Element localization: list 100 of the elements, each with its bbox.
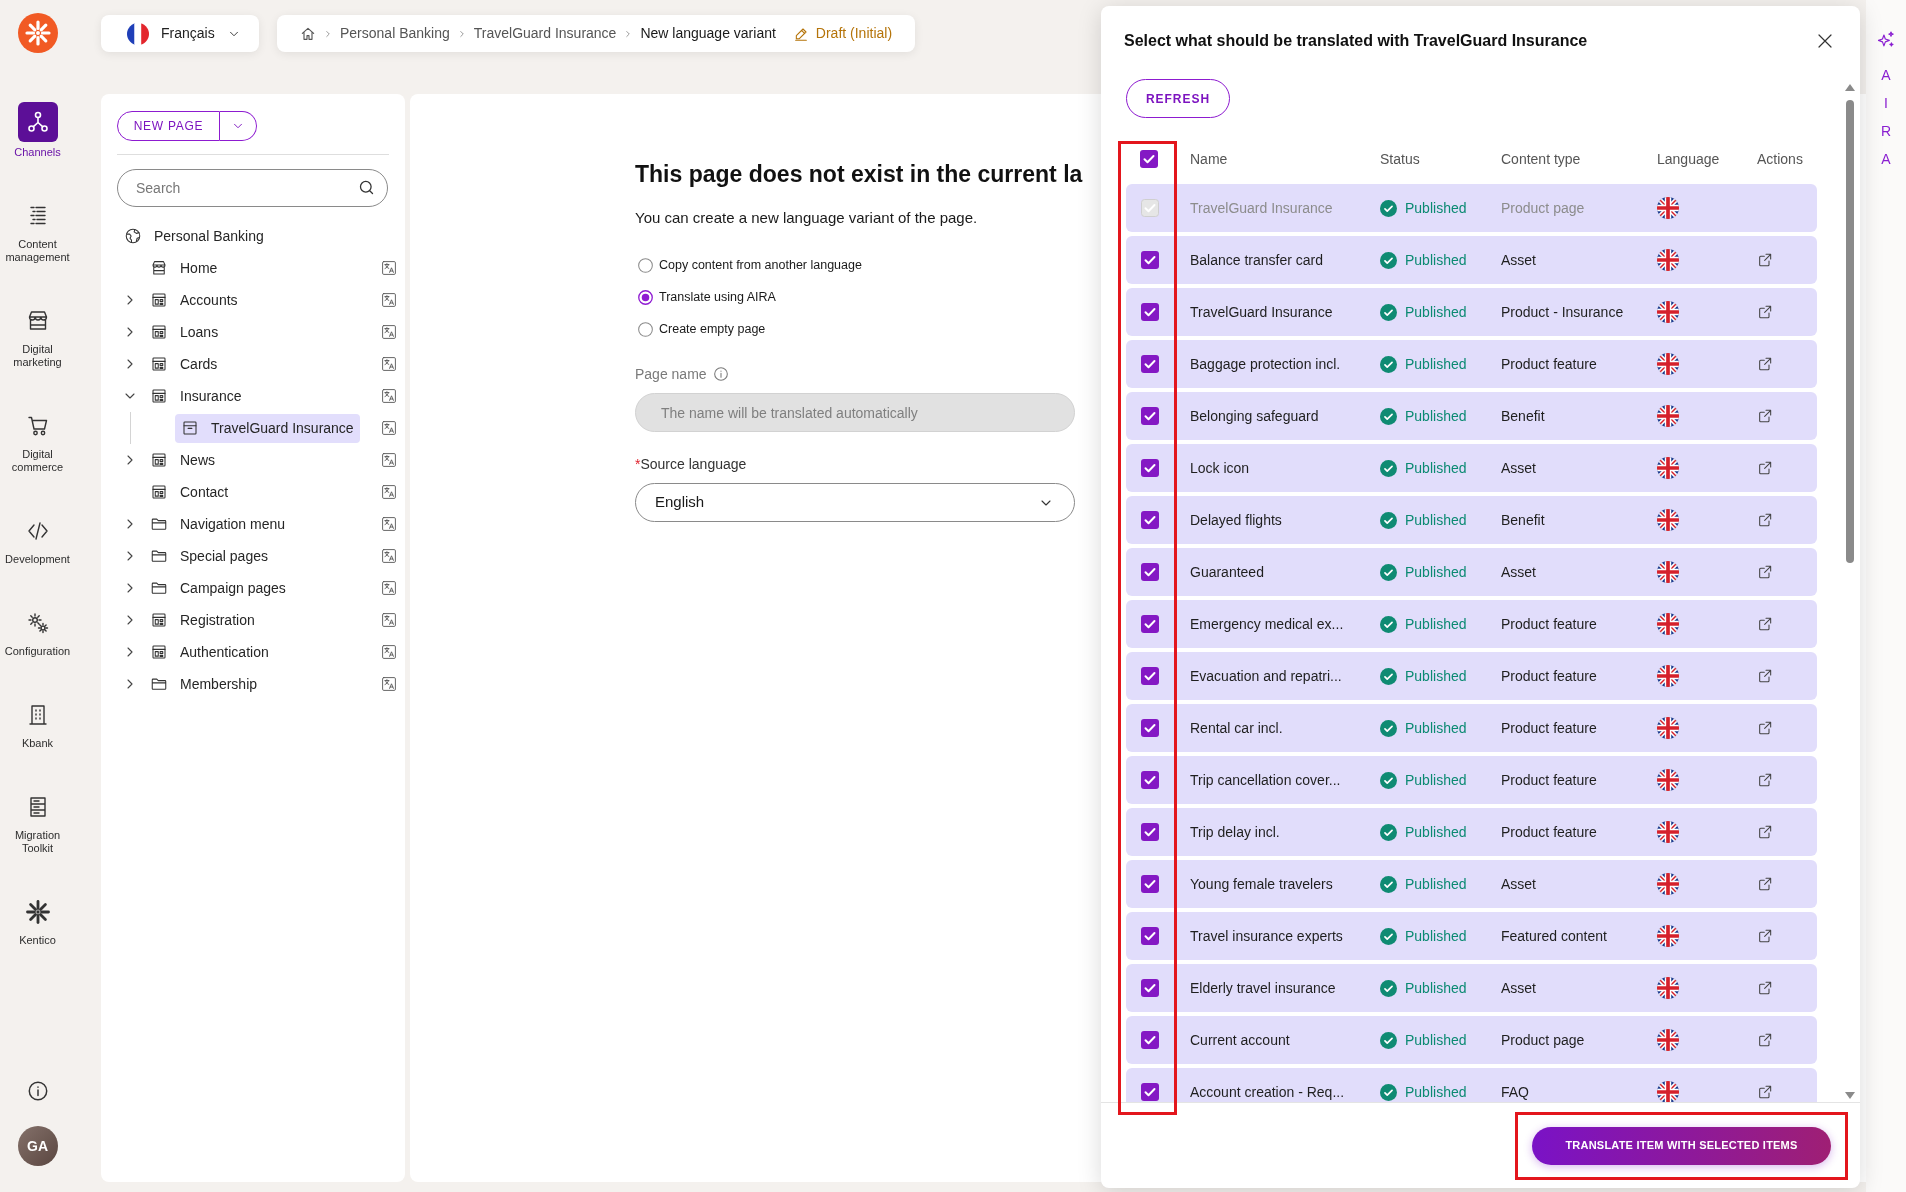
checkbox[interactable] xyxy=(1141,771,1159,789)
nav-item[interactable]: Kentico xyxy=(0,900,75,947)
translate-button[interactable]: TRANSLATE ITEM WITH SELECTED ITEMS xyxy=(1532,1126,1831,1165)
tree-item[interactable]: Insurance xyxy=(144,381,248,411)
external-link-icon[interactable] xyxy=(1757,616,1773,632)
translate-icon[interactable] xyxy=(382,357,396,371)
nav-item[interactable]: Development xyxy=(0,519,75,566)
search-field[interactable]: Search xyxy=(117,169,388,207)
user-avatar[interactable]: GA xyxy=(17,1126,58,1166)
external-link-icon[interactable] xyxy=(1757,408,1773,424)
tree-item[interactable]: Registration xyxy=(144,605,261,635)
tree-item[interactable]: Membership xyxy=(144,669,264,699)
status-text: Published xyxy=(1405,770,1467,790)
breadcrumb-link[interactable]: TravelGuard Insurance xyxy=(473,23,617,44)
checkbox[interactable] xyxy=(1141,1031,1159,1049)
nav-item[interactable]: Channels xyxy=(0,102,75,159)
translate-icon[interactable] xyxy=(382,645,396,659)
checkbox[interactable] xyxy=(1141,927,1159,945)
tree-item[interactable]: Navigation menu xyxy=(144,509,292,539)
check-circle-icon xyxy=(1380,1083,1397,1101)
tree-item[interactable]: Personal Banking xyxy=(118,221,270,251)
checkbox[interactable] xyxy=(1141,407,1159,425)
radio-button[interactable] xyxy=(638,289,653,305)
checkbox[interactable] xyxy=(1141,667,1159,685)
checkbox[interactable] xyxy=(1141,615,1159,633)
radio-button[interactable] xyxy=(638,257,653,273)
search-icon[interactable] xyxy=(358,179,375,196)
external-link-icon[interactable] xyxy=(1757,356,1773,372)
checkbox[interactable] xyxy=(1141,251,1159,269)
translate-icon[interactable] xyxy=(382,325,396,339)
translate-icon[interactable] xyxy=(382,453,396,467)
tree-item[interactable]: Authentication xyxy=(144,637,275,667)
external-link-icon[interactable] xyxy=(1757,980,1773,996)
external-link-icon[interactable] xyxy=(1757,252,1773,268)
external-link-icon[interactable] xyxy=(1757,512,1773,528)
folder-icon xyxy=(150,675,168,693)
translate-icon[interactable] xyxy=(382,421,396,435)
info-icon[interactable] xyxy=(26,1080,49,1102)
external-link-icon[interactable] xyxy=(1757,824,1773,840)
tree-item[interactable]: Special pages xyxy=(144,541,274,571)
radio-option[interactable]: Copy content from another language xyxy=(635,249,862,281)
translate-icon[interactable] xyxy=(382,613,396,627)
radio-button[interactable] xyxy=(638,321,653,337)
translate-icon[interactable] xyxy=(382,389,396,403)
radio-option[interactable]: Translate using AIRA xyxy=(635,281,862,313)
tree-item[interactable]: Campaign pages xyxy=(144,573,292,603)
language-select[interactable]: Français xyxy=(101,15,259,52)
translate-icon[interactable] xyxy=(382,261,396,275)
home-icon[interactable] xyxy=(300,25,316,42)
external-link-icon[interactable] xyxy=(1757,564,1773,580)
sparkles-icon[interactable] xyxy=(1876,30,1896,50)
external-link-icon[interactable] xyxy=(1757,668,1773,684)
checkbox[interactable] xyxy=(1141,563,1159,581)
translate-icon[interactable] xyxy=(382,293,396,307)
breadcrumb-link[interactable]: Personal Banking xyxy=(340,23,450,44)
tree-item[interactable]: Contact xyxy=(144,477,235,507)
tree-item[interactable]: Loans xyxy=(144,317,225,347)
nav-item[interactable]: Content management xyxy=(0,204,75,264)
external-link-icon[interactable] xyxy=(1757,1032,1773,1048)
nav-item[interactable]: Digital commerce xyxy=(0,414,75,474)
scrollbar[interactable] xyxy=(1843,83,1857,1100)
logo-icon[interactable] xyxy=(17,13,58,53)
nav-item[interactable]: Configuration xyxy=(0,611,75,658)
checkbox[interactable] xyxy=(1141,355,1159,373)
checkbox[interactable] xyxy=(1141,303,1159,321)
checkbox[interactable] xyxy=(1141,875,1159,893)
close-icon[interactable] xyxy=(1816,32,1834,50)
checkbox[interactable] xyxy=(1141,823,1159,841)
external-link-icon[interactable] xyxy=(1757,720,1773,736)
checkbox[interactable] xyxy=(1141,979,1159,997)
checkbox[interactable] xyxy=(1141,459,1159,477)
language-select[interactable]: English xyxy=(635,483,1075,522)
external-link-icon[interactable] xyxy=(1757,460,1773,476)
nav-item[interactable]: Digital marketing xyxy=(0,309,75,369)
checkbox[interactable] xyxy=(1140,150,1158,168)
tree-item[interactable]: Home xyxy=(144,253,224,283)
tree-item[interactable]: TravelGuard Insurance xyxy=(175,413,360,443)
external-link-icon[interactable] xyxy=(1757,876,1773,892)
external-link-icon[interactable] xyxy=(1757,1084,1773,1100)
checkbox[interactable] xyxy=(1141,1083,1159,1101)
translate-icon[interactable] xyxy=(382,549,396,563)
checkbox[interactable] xyxy=(1141,719,1159,737)
layout-icon xyxy=(150,387,168,405)
external-link-icon[interactable] xyxy=(1757,304,1773,320)
nav-item[interactable]: Kbank xyxy=(0,703,75,750)
table-cell-text: Asset xyxy=(1501,874,1537,894)
external-link-icon[interactable] xyxy=(1757,928,1773,944)
external-link-icon[interactable] xyxy=(1757,772,1773,788)
nav-item[interactable]: Migration Toolkit xyxy=(0,795,75,855)
checkbox[interactable] xyxy=(1141,511,1159,529)
tree-item[interactable]: Accounts xyxy=(144,285,244,315)
translate-icon[interactable] xyxy=(382,581,396,595)
tree-item[interactable]: News xyxy=(144,445,221,475)
aira-tab[interactable]: AIRA xyxy=(1880,61,1892,173)
translate-icon[interactable] xyxy=(382,485,396,499)
table-cell-text: Product feature xyxy=(1501,718,1598,738)
radio-option[interactable]: Create empty page xyxy=(635,313,862,345)
translate-icon[interactable] xyxy=(382,517,396,531)
tree-item[interactable]: Cards xyxy=(144,349,224,379)
translate-icon[interactable] xyxy=(382,677,396,691)
